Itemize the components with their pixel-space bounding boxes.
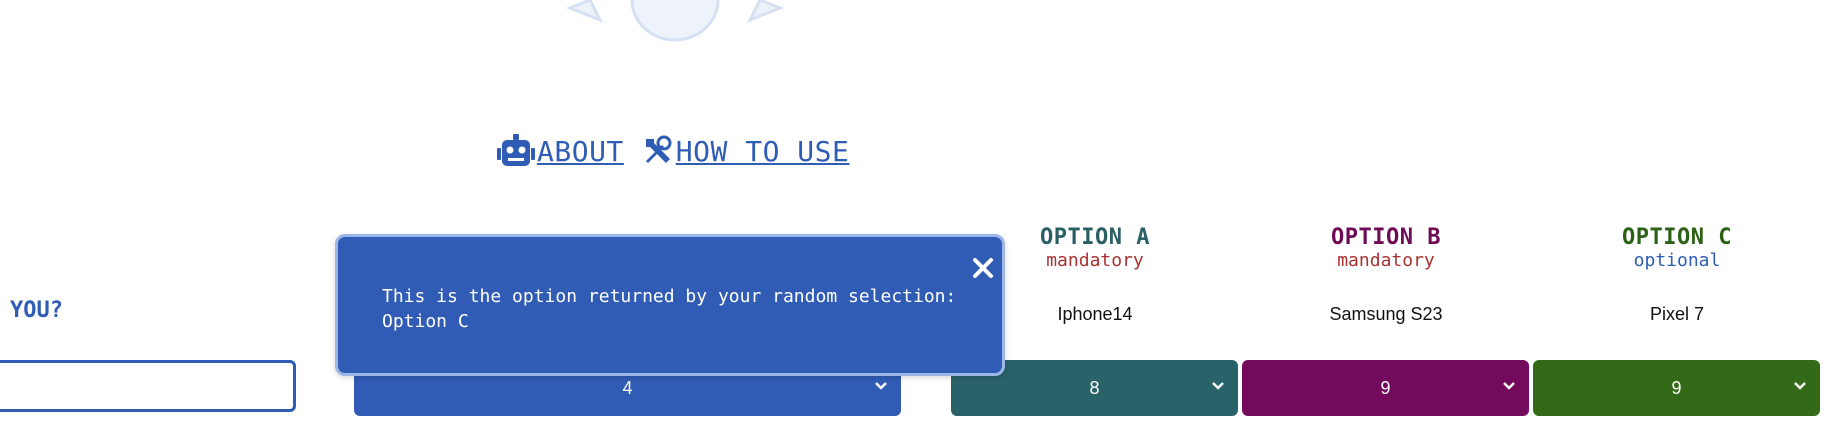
result-popup: This is the option returned by your rand…	[335, 234, 1005, 376]
chevron-down-icon	[875, 382, 887, 390]
name-input[interactable]	[0, 360, 296, 412]
chevron-down-icon	[1212, 382, 1224, 390]
robot-icon	[497, 134, 535, 166]
option-c-product: Pixel 7	[1649, 304, 1705, 324]
how-to-use-label: HOW TO USE	[675, 134, 850, 168]
option-c-select-value: 9	[1671, 377, 1682, 398]
option-b-title: OPTION B	[1331, 225, 1441, 250]
option-a-select-value: 8	[1089, 377, 1100, 398]
option-c-select[interactable]: 9	[1533, 360, 1820, 416]
option-b-select-value: 9	[1380, 377, 1391, 398]
popup-message-line2: Option C	[382, 311, 469, 332]
option-b-select[interactable]: 9	[1242, 360, 1529, 416]
tools-icon	[645, 135, 672, 163]
popup-message-line1: This is the option returned by your rand…	[382, 286, 957, 307]
close-icon[interactable]	[970, 255, 996, 281]
weight-select-value: 4	[622, 377, 633, 398]
popup-message: This is the option returned by your rand…	[382, 284, 956, 334]
option-c-header: OPTION C optional	[1532, 225, 1822, 271]
option-b-header: OPTION B mandatory	[1241, 225, 1531, 271]
mascot-illustration	[565, 0, 785, 42]
option-c-title: OPTION C	[1622, 225, 1732, 250]
top-nav: ABOUT HOW TO USE	[497, 134, 867, 168]
option-b-requirement: mandatory	[1337, 250, 1435, 271]
chevron-down-icon	[1794, 382, 1806, 390]
option-c-requirement: optional	[1633, 250, 1721, 271]
how-to-use-link[interactable]: HOW TO USE	[642, 135, 850, 168]
about-link[interactable]: ABOUT	[497, 134, 624, 168]
option-b-product: Samsung S23	[1329, 304, 1443, 324]
chevron-down-icon	[1503, 382, 1515, 390]
about-label: ABOUT	[537, 134, 624, 168]
you-label: YOU?	[10, 298, 63, 323]
